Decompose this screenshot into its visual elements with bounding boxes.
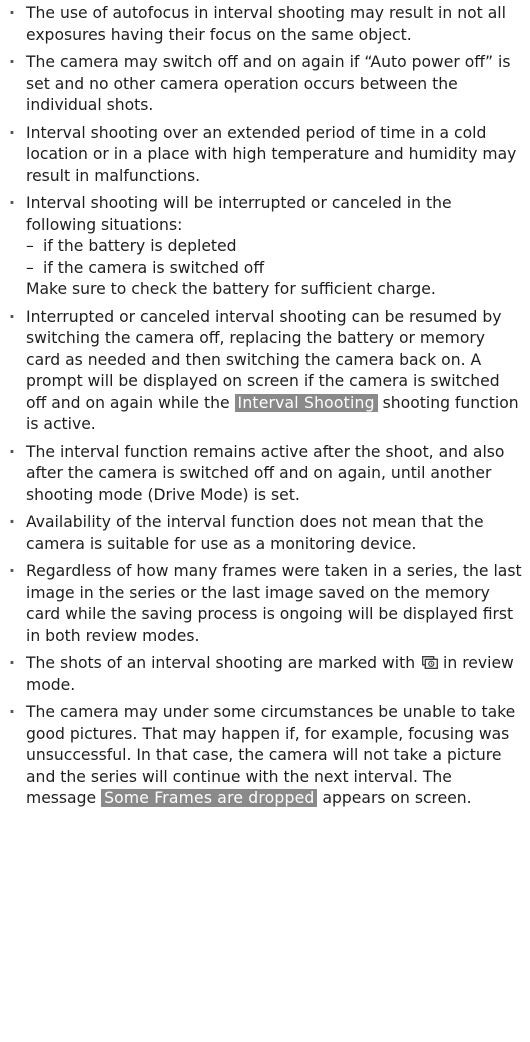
note-interruption: Interval shooting will be interrupted or… (8, 193, 524, 301)
note-marked-shots: The shots of an interval shooting are ma… (8, 653, 524, 696)
sub-item-switched-off: if the camera is switched off (26, 258, 524, 280)
note-review-order: Regardless of how many frames were taken… (8, 561, 524, 647)
notes-list: The use of autofocus in interval shootin… (8, 3, 524, 810)
note-extended-shooting: Interval shooting over an extended perio… (8, 123, 524, 188)
note-function-active: The interval function remains active aft… (8, 442, 524, 507)
note-monitoring: Availability of the interval function do… (8, 512, 524, 555)
note-auto-power-off: The camera may switch off and on again i… (8, 52, 524, 117)
note-autofocus: The use of autofocus in interval shootin… (8, 3, 524, 46)
battery-check-text: Make sure to check the battery for suffi… (26, 280, 436, 298)
some-frames-dropped-label: Some Frames are dropped (101, 789, 318, 807)
interval-shooting-icon (422, 656, 439, 669)
interval-shooting-label: Interval Shooting (234, 393, 378, 412)
sub-item-battery: if the battery is depleted (26, 236, 524, 258)
note-resume: Interrupted or canceled interval shootin… (8, 307, 524, 436)
document-page: The use of autofocus in interval shootin… (0, 0, 530, 810)
note-dropped-frames: The camera may under some circumstances … (8, 702, 524, 810)
interruption-sublist: if the battery is depleted if the camera… (26, 236, 524, 279)
